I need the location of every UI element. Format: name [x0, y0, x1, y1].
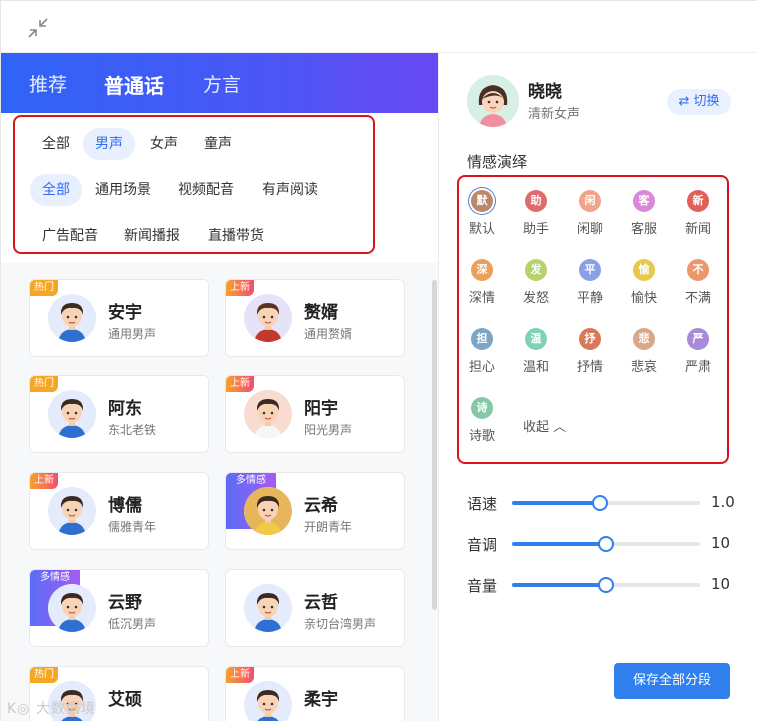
- voice-name: 博儒: [108, 496, 142, 516]
- voice-name: 安宇: [108, 303, 142, 323]
- voice-avatar: [48, 294, 96, 342]
- voice-desc: 低沉男声: [108, 617, 157, 631]
- emotion-highlight-box: [457, 175, 729, 464]
- slider-handle[interactable]: [598, 536, 614, 552]
- current-voice-avatar: [467, 75, 519, 127]
- voice-desc: 儒雅青年: [108, 520, 157, 534]
- slider-label: 语速: [467, 495, 498, 513]
- slider-track[interactable]: [512, 577, 700, 593]
- voice-name: 赘婿: [304, 303, 338, 323]
- collapse-icon[interactable]: [27, 17, 49, 39]
- voice-name: 阿东: [108, 399, 142, 419]
- switch-voice-button[interactable]: ⇄ 切换: [667, 89, 731, 115]
- slider-value: 1.0: [711, 493, 735, 511]
- voice-card[interactable]: 上新 阳宇阳光男声: [225, 375, 405, 453]
- voice-badge: 热门: [30, 376, 58, 392]
- tab-dialect[interactable]: 方言: [203, 70, 241, 97]
- slider-pitch: 音调 10: [467, 532, 737, 556]
- slider-fill: [512, 501, 601, 505]
- voice-card[interactable]: 多情感 云野 低沉男声: [29, 569, 209, 647]
- emotion-section-title: 情感演绎: [467, 153, 528, 171]
- voice-panel: 推荐 普通话 方言 全部 男声 女声 童声 全部 通用场景 视频配音 有声阅读 …: [0, 0, 757, 721]
- slider-fill: [512, 583, 606, 587]
- top-bar: [1, 1, 757, 53]
- voice-badge: 热门: [30, 280, 58, 296]
- voice-avatar: [244, 487, 292, 535]
- voice-badge: 上新: [30, 473, 58, 489]
- voice-avatar: [244, 390, 292, 438]
- slider-speed: 语速 1.0: [467, 491, 737, 515]
- voice-card[interactable]: 热门 阿东东北老铁: [29, 375, 209, 453]
- voice-card[interactable]: 上新 柔宇: [225, 666, 405, 721]
- voice-avatar: [48, 584, 96, 632]
- voice-desc: 亲切台湾男声: [304, 617, 377, 631]
- voice-name: 柔宇: [304, 690, 338, 710]
- slider-volume: 音量 10: [467, 573, 737, 597]
- voice-avatar: [244, 294, 292, 342]
- voice-name: 艾硕: [108, 690, 142, 710]
- list-scrollbar[interactable]: [432, 280, 437, 610]
- slider-handle[interactable]: [592, 495, 609, 511]
- voice-card[interactable]: 热门 安宇通用男声: [29, 279, 209, 357]
- category-tabs: 推荐 普通话 方言: [1, 53, 438, 113]
- voice-desc: 通用赘婿: [304, 327, 353, 341]
- slider-value: 10: [711, 534, 731, 552]
- voice-name: 云野: [108, 593, 142, 613]
- voice-card[interactable]: 云哲 亲切台湾男声: [225, 569, 405, 647]
- voice-avatar: [244, 681, 292, 721]
- voice-desc: 阳光男声: [304, 423, 353, 437]
- voice-settings-panel: 晓晓 清新女声 ⇄ 切换 情感演绎 默 默认助 助手闲 闲聊客 客服新 新闻深 …: [439, 53, 757, 721]
- voice-desc: 开朗青年: [304, 520, 353, 534]
- slider-track[interactable]: [512, 536, 700, 552]
- slider-track[interactable]: [512, 495, 700, 511]
- voice-list-panel: 推荐 普通话 方言 全部 男声 女声 童声 全部 通用场景 视频配音 有声阅读 …: [1, 53, 438, 721]
- voice-desc: 东北老铁: [108, 423, 157, 437]
- tab-recommend[interactable]: 推荐: [29, 70, 67, 97]
- slider-label: 音调: [467, 536, 498, 554]
- voice-card[interactable]: 上新 博儒儒雅青年: [29, 472, 209, 550]
- voice-badge: 上新: [226, 667, 254, 683]
- voice-desc: 通用男声: [108, 327, 157, 341]
- slider-value: 10: [711, 575, 731, 593]
- voice-card[interactable]: 多情感 云希 开朗青年: [225, 472, 405, 550]
- slider-fill: [512, 542, 606, 546]
- voice-badge: 热门: [30, 667, 58, 683]
- voice-avatar: [244, 584, 292, 632]
- slider-label: 音量: [467, 577, 498, 595]
- voice-name: 云哲: [304, 593, 338, 613]
- current-voice-name: 晓晓: [528, 82, 562, 102]
- voice-card[interactable]: 上新 赘婿通用赘婿: [225, 279, 405, 357]
- voice-avatar: [48, 390, 96, 438]
- tab-mandarin[interactable]: 普通话: [104, 70, 164, 99]
- watermark: K◎ 大数据境: [7, 701, 96, 717]
- current-voice-desc: 清新女声: [528, 107, 581, 122]
- save-all-segments-button[interactable]: 保存全部分段: [614, 663, 730, 699]
- slider-handle[interactable]: [598, 577, 614, 593]
- voice-name: 阳宇: [304, 399, 338, 419]
- filter-highlight-box: [13, 115, 375, 254]
- voice-badge: 上新: [226, 280, 254, 296]
- voice-badge: 上新: [226, 376, 254, 392]
- voice-name: 云希: [304, 496, 338, 516]
- voice-avatar: [48, 487, 96, 535]
